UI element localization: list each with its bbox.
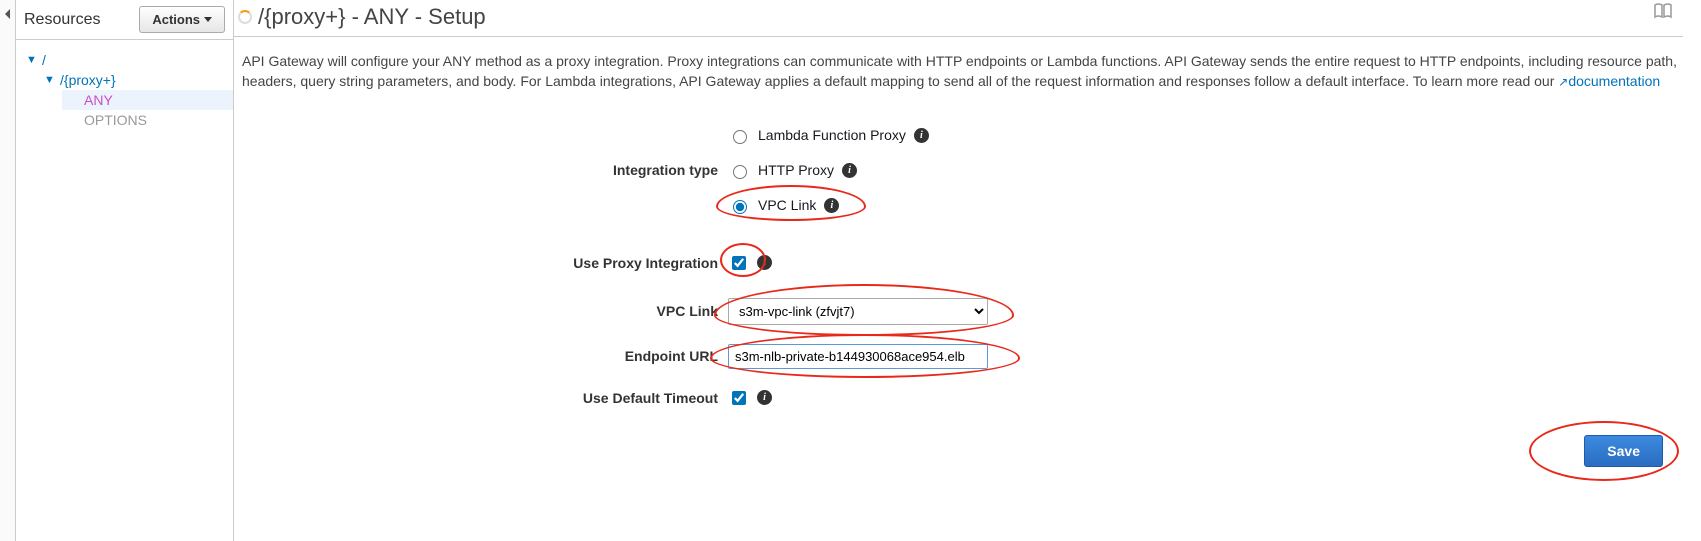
chevron-down-icon[interactable]: ▼: [26, 54, 38, 66]
info-icon[interactable]: i: [842, 163, 857, 178]
vpc-link-label: VPC Link: [234, 303, 728, 319]
tree-method-options[interactable]: OPTIONS: [62, 110, 233, 130]
radio-http[interactable]: HTTP Proxy i: [728, 158, 857, 183]
radio-lambda-label: Lambda Function Proxy: [758, 127, 906, 143]
radio-http-input[interactable]: [733, 165, 747, 179]
setup-form: Integration type Lambda Function Proxy i…: [234, 96, 1683, 467]
tree-method-any[interactable]: ANY: [62, 90, 233, 110]
caret-down-icon: [204, 17, 212, 22]
use-proxy-checkbox[interactable]: [732, 256, 746, 270]
use-proxy-label: Use Proxy Integration: [234, 255, 728, 271]
use-proxy-row: Use Proxy Integration i: [234, 225, 1683, 280]
vpc-link-select[interactable]: s3m-vpc-link (zfvjt7): [728, 298, 988, 325]
documentation-link[interactable]: ↗documentation: [1558, 73, 1660, 89]
integration-type-row: Integration type Lambda Function Proxy i…: [234, 116, 1683, 225]
actions-button-label: Actions: [152, 12, 200, 27]
radio-lambda-input[interactable]: [733, 130, 747, 144]
save-row: Save: [234, 415, 1683, 467]
default-timeout-row: Use Default Timeout i: [234, 376, 1683, 415]
endpoint-url-input[interactable]: [728, 344, 988, 369]
tree-proxy-label: /{proxy+}: [60, 72, 116, 88]
info-icon[interactable]: i: [757, 390, 772, 405]
external-link-icon: ↗: [1558, 75, 1568, 89]
info-icon[interactable]: i: [914, 128, 929, 143]
save-button[interactable]: Save: [1584, 435, 1663, 467]
description-text: API Gateway will configure your ANY meth…: [242, 53, 1677, 89]
info-icon[interactable]: i: [824, 198, 839, 213]
endpoint-url-row: Endpoint URL: [234, 332, 1683, 376]
vpc-link-row: VPC Link s3m-vpc-link (zfvjt7): [234, 280, 1683, 332]
radio-vpc[interactable]: VPC Link i: [728, 193, 839, 218]
sidebar-header: Resources Actions: [16, 0, 233, 40]
default-timeout-label: Use Default Timeout: [234, 390, 728, 406]
sidebar-collapse-toggle[interactable]: [0, 0, 16, 541]
resource-tree: ▼ / ▼ /{proxy+} ANY OPTIONS: [16, 40, 233, 130]
tree-proxy[interactable]: ▼ /{proxy+}: [44, 70, 233, 90]
main-content: /{proxy+} - ANY - Setup API Gateway will…: [234, 0, 1701, 541]
actions-button[interactable]: Actions: [139, 6, 225, 33]
endpoint-url-label: Endpoint URL: [234, 348, 728, 364]
radio-vpc-input[interactable]: [733, 200, 747, 214]
main-header: /{proxy+} - ANY - Setup: [234, 0, 1683, 37]
integration-type-label: Integration type: [234, 162, 728, 178]
default-timeout-checkbox[interactable]: [732, 391, 746, 405]
info-icon[interactable]: i: [757, 255, 772, 270]
tree-root-label: /: [42, 52, 46, 68]
documentation-link-label: documentation: [1568, 73, 1660, 89]
sidebar-title: Resources: [24, 11, 100, 29]
radio-vpc-label: VPC Link: [758, 197, 816, 213]
loading-icon: [238, 10, 252, 24]
radio-http-label: HTTP Proxy: [758, 162, 834, 178]
page-description: API Gateway will configure your ANY meth…: [234, 37, 1683, 96]
page-title: /{proxy+} - ANY - Setup: [258, 4, 486, 30]
sidebar: Resources Actions ▼ / ▼ /{proxy+} ANY OP…: [16, 0, 234, 541]
tree-root[interactable]: ▼ /: [26, 50, 233, 70]
radio-lambda[interactable]: Lambda Function Proxy i: [728, 123, 929, 148]
chevron-down-icon[interactable]: ▼: [44, 74, 56, 86]
documentation-icon[interactable]: [1653, 2, 1673, 23]
